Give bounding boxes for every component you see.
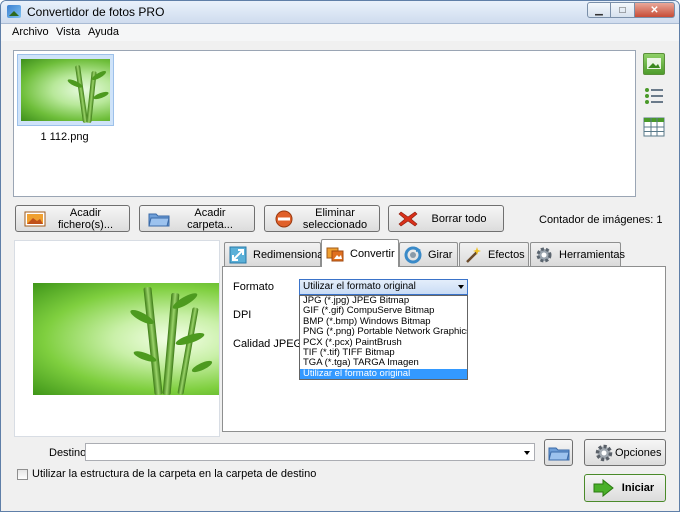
- file-thumbnail[interactable]: [17, 54, 114, 126]
- app-window: Convertidor de fotos PRO ▁ □ ✕ Archivo V…: [0, 0, 680, 512]
- tab-convert[interactable]: Convertir: [321, 239, 399, 267]
- clear-x-icon: [398, 211, 418, 226]
- menu-vista[interactable]: Vista: [56, 26, 80, 38]
- options-label: Opciones: [615, 446, 662, 459]
- image-preview: [14, 240, 220, 437]
- format-option-jpg[interactable]: JPG (*.jpg) JPEG Bitmap: [300, 296, 467, 306]
- maximize-icon: □: [619, 4, 626, 16]
- arrow-right-icon: [593, 479, 614, 497]
- tools-gear-icon: [536, 247, 552, 262]
- tab-tools-label: Herramientas: [559, 248, 626, 261]
- open-folder-icon: [547, 447, 570, 460]
- format-select-value: Utilizar el formato original: [303, 281, 416, 292]
- menu-ayuda[interactable]: Ayuda: [88, 26, 119, 38]
- format-option-original[interactable]: Utilizar el formato original: [300, 368, 467, 380]
- add-folder-label: Acadir carpeta...: [187, 206, 233, 231]
- details-view-icon[interactable]: [643, 116, 665, 138]
- window-title: Convertidor de fotos PRO: [27, 5, 165, 19]
- app-icon: [7, 5, 21, 18]
- dpi-label: DPI: [233, 309, 252, 321]
- chevron-down-icon[interactable]: [524, 451, 530, 455]
- start-label: Iniciar: [621, 482, 655, 494]
- format-option-tif[interactable]: TIF (*.tif) TIFF Bitmap: [300, 348, 467, 358]
- start-button[interactable]: Iniciar: [584, 474, 666, 502]
- title-bar[interactable]: Convertidor de fotos PRO ▁ □ ✕: [1, 1, 679, 24]
- maximize-button[interactable]: □: [611, 2, 635, 18]
- menu-bar: Archivo Vista Ayuda: [1, 24, 679, 41]
- tab-tools[interactable]: Herramientas: [530, 242, 625, 266]
- file-name-label: 1 112.png: [40, 131, 89, 143]
- remove-selected-button[interactable]: Eliminar seleccionado: [264, 205, 380, 232]
- remove-selected-label: Eliminar seleccionado: [302, 206, 368, 231]
- chevron-down-icon: [458, 285, 464, 289]
- rotate-icon: [404, 246, 422, 263]
- add-files-button[interactable]: Acadir fichero(s)...: [15, 205, 130, 232]
- clear-all-button[interactable]: Borrar todo: [388, 205, 504, 232]
- effects-wand-icon: [466, 246, 481, 263]
- format-option-bmp[interactable]: BMP (*.bmp) Windows Bitmap: [300, 317, 467, 327]
- tab-effects-label: Efectos: [488, 248, 525, 261]
- window-controls: ▁ □ ✕: [587, 2, 675, 19]
- destination-label: Destino: [49, 447, 87, 459]
- list-view-icon[interactable]: [643, 85, 665, 107]
- file-list-panel[interactable]: 1 112.png: [13, 50, 636, 197]
- add-folder-button[interactable]: Acadir carpeta...: [139, 205, 255, 232]
- format-option-png[interactable]: PNG (*.png) Portable Network Graphics: [300, 327, 467, 337]
- keep-structure-label: Utilizar la estructura de la carpeta en …: [32, 468, 317, 480]
- tab-rotate-label: Girar: [428, 248, 453, 261]
- image-counter: Contador de imágenes: 1: [539, 214, 663, 226]
- format-option-tga[interactable]: TGA (*.tga) TARGA Imagen: [300, 358, 467, 368]
- preview-image: [33, 283, 219, 395]
- close-button[interactable]: ✕: [635, 2, 675, 18]
- thumbnail-view-icon[interactable]: [643, 53, 665, 75]
- tab-resize[interactable]: Redimensionar: [224, 242, 327, 266]
- gear-icon: [595, 444, 613, 461]
- tab-effects[interactable]: Efectos: [459, 242, 529, 266]
- folder-icon: [148, 213, 170, 226]
- format-label: Formato: [233, 281, 274, 293]
- jpeg-quality-label: Calidad JPEG: [233, 338, 303, 350]
- keep-structure-checkbox[interactable]: [17, 469, 28, 480]
- tab-rotate[interactable]: Girar: [399, 242, 458, 266]
- thumbnail-image: [21, 59, 110, 124]
- resize-icon: [229, 246, 247, 263]
- add-image-icon: [24, 211, 46, 226]
- tab-resize-label: Redimensionar: [253, 248, 327, 261]
- tab-convert-label: Convertir: [350, 247, 395, 260]
- format-select[interactable]: Utilizar el formato original: [299, 279, 468, 295]
- remove-icon: [275, 210, 293, 227]
- format-option-pcx[interactable]: PCX (*.pcx) PaintBrush: [300, 338, 467, 348]
- menu-archivo[interactable]: Archivo: [12, 26, 49, 38]
- destination-input[interactable]: [85, 443, 535, 461]
- format-dropdown-list: JPG (*.jpg) JPEG Bitmap GIF (*.gif) Comp…: [299, 295, 468, 380]
- minimize-icon: ▁: [595, 4, 603, 16]
- browse-folder-button[interactable]: [544, 439, 573, 466]
- minimize-button[interactable]: ▁: [587, 2, 611, 18]
- add-files-label: Acadir fichero(s)...: [57, 206, 113, 231]
- options-button[interactable]: Opciones: [584, 439, 666, 466]
- format-option-gif[interactable]: GIF (*.gif) CompuServe Bitmap: [300, 306, 467, 316]
- convert-icon: [326, 247, 344, 261]
- clear-all-label: Borrar todo: [431, 212, 487, 225]
- close-icon: ✕: [650, 4, 659, 16]
